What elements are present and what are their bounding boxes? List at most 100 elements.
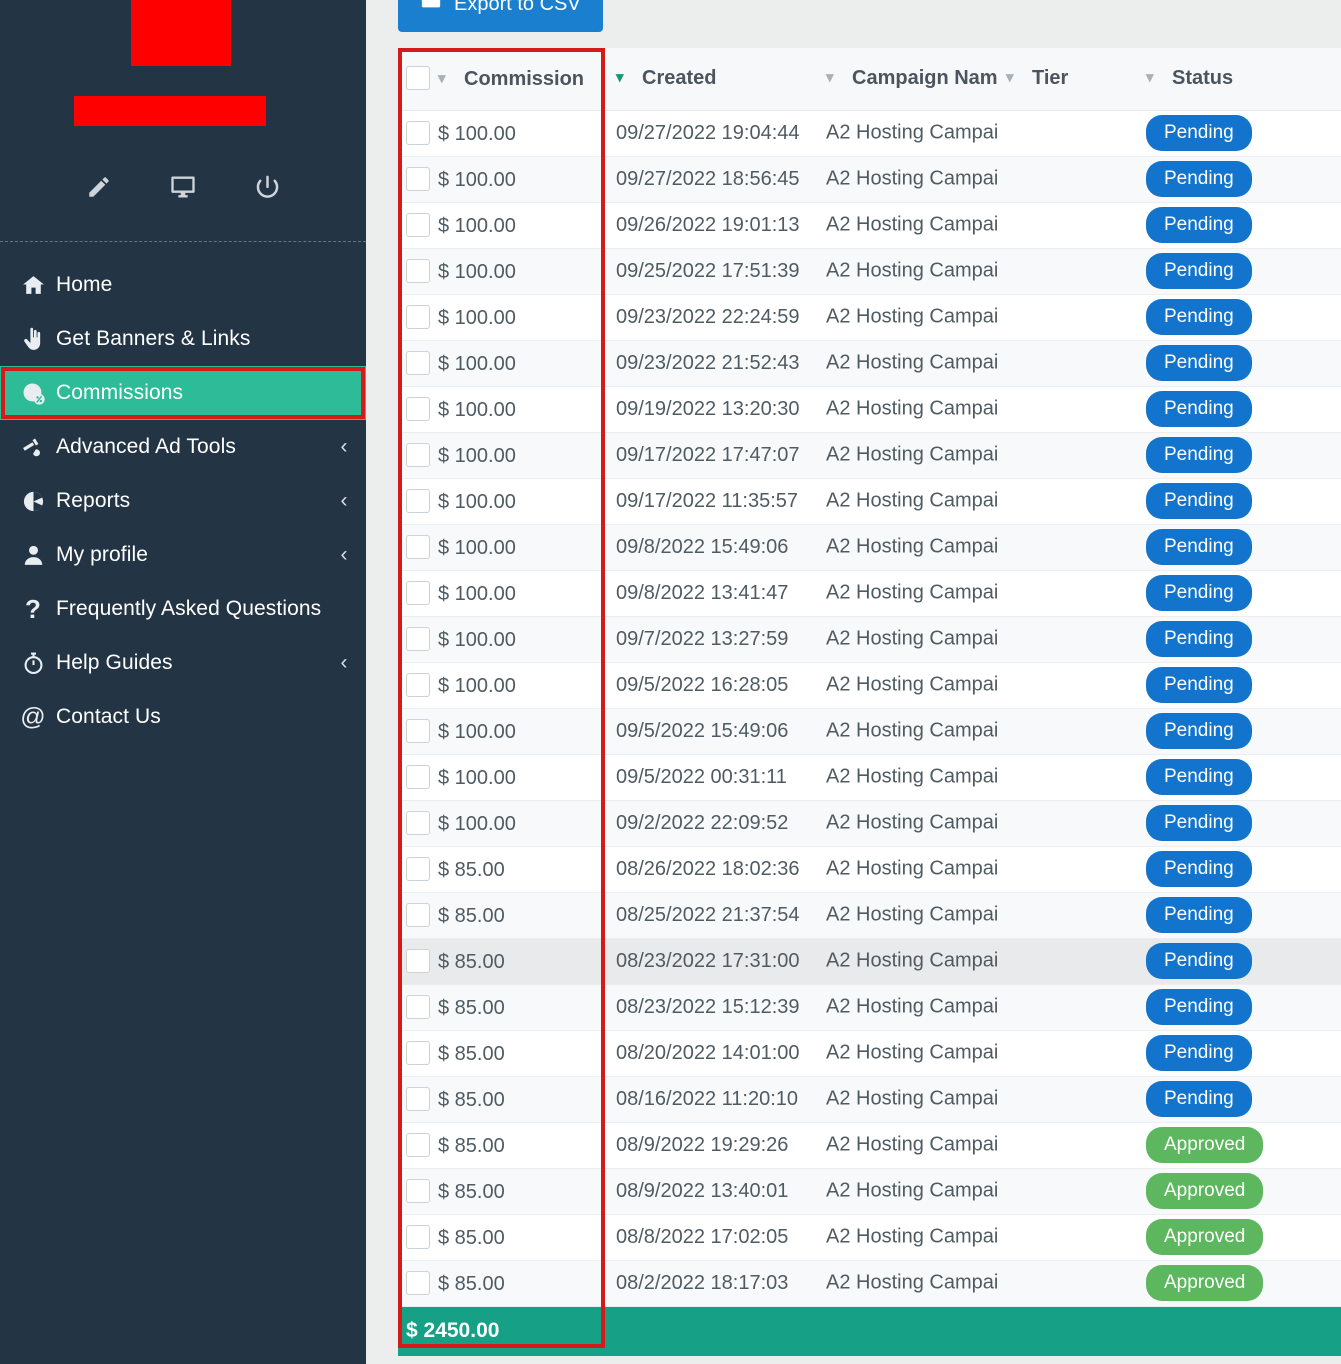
row-select-checkbox[interactable] (406, 351, 430, 375)
row-select-checkbox[interactable] (406, 719, 430, 743)
table-row[interactable]: $ 85.0008/2/2022 18:17:03A2 Hosting Camp… (398, 1260, 1341, 1306)
table-row[interactable]: $ 100.0009/5/2022 16:28:05A2 Hosting Cam… (398, 662, 1341, 708)
column-header-label: Campaign Name (852, 67, 998, 89)
status-badge: Pending (1146, 299, 1252, 335)
edit-profile-icon[interactable] (84, 172, 114, 202)
row-select-checkbox[interactable] (406, 1179, 430, 1203)
row-select-checkbox[interactable] (406, 949, 430, 973)
sort-chevron-down-icon[interactable]: ▾ (1006, 68, 1022, 86)
row-select-checkbox[interactable] (406, 765, 430, 789)
column-header-tier[interactable]: ▾Tier (998, 48, 1138, 110)
sort-chevron-down-icon[interactable]: ▾ (438, 69, 454, 87)
table-row[interactable]: $ 100.0009/25/2022 17:51:39A2 Hosting Ca… (398, 248, 1341, 294)
tier-cell (998, 708, 1138, 754)
status-badge: Pending (1146, 575, 1252, 611)
sort-chevron-down-icon[interactable]: ▾ (826, 68, 842, 86)
table-row[interactable]: $ 100.0009/7/2022 13:27:59A2 Hosting Cam… (398, 616, 1341, 662)
table-row[interactable]: $ 85.0008/16/2022 11:20:10A2 Hosting Cam… (398, 1076, 1341, 1122)
row-select-checkbox[interactable] (406, 259, 430, 283)
status-cell: Pending (1138, 570, 1341, 616)
sidebar-item-reports[interactable]: Reports‹ (0, 474, 366, 528)
row-select-checkbox[interactable] (406, 167, 430, 191)
sidebar-item-my-profile[interactable]: My profile‹ (0, 528, 366, 582)
status-badge: Approved (1146, 1127, 1263, 1163)
status-cell: Pending (1138, 340, 1341, 386)
row-select-checkbox[interactable] (406, 305, 430, 329)
table-row[interactable]: $ 85.0008/9/2022 19:29:26A2 Hosting Camp… (398, 1122, 1341, 1168)
campaign-name-cell: A2 Hosting Campaign 1 (818, 202, 998, 248)
row-select-checkbox[interactable] (406, 1271, 430, 1295)
row-select-checkbox[interactable] (406, 903, 430, 927)
row-select-checkbox[interactable] (406, 535, 430, 559)
status-cell: Pending (1138, 938, 1341, 984)
table-row[interactable]: $ 85.0008/26/2022 18:02:36A2 Hosting Cam… (398, 846, 1341, 892)
table-row[interactable]: $ 100.0009/8/2022 13:41:47A2 Hosting Cam… (398, 570, 1341, 616)
table-row[interactable]: $ 100.0009/17/2022 11:35:57A2 Hosting Ca… (398, 478, 1341, 524)
status-cell: Pending (1138, 248, 1341, 294)
row-select-checkbox[interactable] (406, 581, 430, 605)
status-badge: Pending (1146, 161, 1252, 197)
table-row[interactable]: $ 85.0008/9/2022 13:40:01A2 Hosting Camp… (398, 1168, 1341, 1214)
table-row[interactable]: $ 85.0008/25/2022 21:37:54A2 Hosting Cam… (398, 892, 1341, 938)
sidebar-item-frequently-asked-questions[interactable]: ?Frequently Asked Questions (0, 582, 366, 636)
export-to-csv-button[interactable]: Export to CSV (398, 0, 603, 32)
chevron-left-icon[interactable]: ‹ (322, 435, 366, 459)
row-select-checkbox[interactable] (406, 1225, 430, 1249)
created-cell: 08/23/2022 17:31:00 (608, 938, 818, 984)
table-row[interactable]: $ 100.0009/17/2022 17:47:07A2 Hosting Ca… (398, 432, 1341, 478)
table-row[interactable]: $ 100.0009/5/2022 00:31:11A2 Hosting Cam… (398, 754, 1341, 800)
row-select-checkbox[interactable] (406, 489, 430, 513)
select-all-checkbox[interactable] (406, 66, 430, 90)
row-select-checkbox[interactable] (406, 1041, 430, 1065)
row-select-checkbox[interactable] (406, 995, 430, 1019)
row-select-checkbox[interactable] (406, 397, 430, 421)
table-row[interactable]: $ 100.0009/27/2022 19:04:44A2 Hosting Ca… (398, 110, 1341, 156)
desktop-icon[interactable] (168, 172, 198, 202)
table-row[interactable]: $ 100.0009/23/2022 22:24:59A2 Hosting Ca… (398, 294, 1341, 340)
chevron-left-icon[interactable]: ‹ (322, 489, 366, 513)
created-cell: 09/25/2022 17:51:39 (608, 248, 818, 294)
column-header-campaign-name[interactable]: ▾ Campaign Name (818, 48, 998, 110)
column-header-commission[interactable]: ▾Commission (398, 48, 608, 110)
logout-icon[interactable] (252, 172, 282, 202)
sort-chevron-down-icon[interactable]: ▾ (616, 68, 632, 86)
table-row[interactable]: $ 85.0008/23/2022 15:12:39A2 Hosting Cam… (398, 984, 1341, 1030)
table-row[interactable]: $ 100.0009/5/2022 15:49:06A2 Hosting Cam… (398, 708, 1341, 754)
campaign-name-cell: A2 Hosting Campaign 1 (818, 846, 998, 892)
column-header-status[interactable]: ▾Status (1138, 48, 1341, 110)
campaign-name-label: A2 Hosting Campaign 1 (826, 582, 998, 605)
sidebar-item-home[interactable]: Home (0, 258, 366, 312)
sidebar-item-contact-us[interactable]: @Contact Us (0, 690, 366, 744)
row-select-checkbox[interactable] (406, 1087, 430, 1111)
table-row[interactable]: $ 100.0009/23/2022 21:52:43A2 Hosting Ca… (398, 340, 1341, 386)
table-row[interactable]: $ 100.0009/27/2022 18:56:45A2 Hosting Ca… (398, 156, 1341, 202)
sidebar-item-commissions[interactable]: Commissions (0, 366, 366, 420)
table-row[interactable]: $ 85.0008/23/2022 17:31:00A2 Hosting Cam… (398, 938, 1341, 984)
table-row[interactable]: $ 100.0009/19/2022 13:20:30A2 Hosting Ca… (398, 386, 1341, 432)
sort-chevron-down-icon[interactable]: ▾ (1146, 68, 1162, 86)
row-select-checkbox[interactable] (406, 1133, 430, 1157)
row-select-checkbox[interactable] (406, 121, 430, 145)
table-row[interactable]: $ 85.0008/8/2022 17:02:05A2 Hosting Camp… (398, 1214, 1341, 1260)
table-row[interactable]: $ 85.0008/20/2022 14:01:00A2 Hosting Cam… (398, 1030, 1341, 1076)
sidebar-item-help-guides[interactable]: Help Guides‹ (0, 636, 366, 690)
created-cell: 08/26/2022 18:02:36 (608, 846, 818, 892)
chevron-left-icon[interactable]: ‹ (322, 651, 366, 675)
campaign-name-label: A2 Hosting Campaign 1 (826, 1226, 998, 1249)
status-badge: Pending (1146, 759, 1252, 795)
table-row[interactable]: $ 100.0009/2/2022 22:09:52A2 Hosting Cam… (398, 800, 1341, 846)
table-row[interactable]: $ 100.0009/8/2022 15:49:06A2 Hosting Cam… (398, 524, 1341, 570)
row-select-checkbox[interactable] (406, 443, 430, 467)
status-cell: Pending (1138, 846, 1341, 892)
sidebar-item-advanced-ad-tools[interactable]: Advanced Ad Tools‹ (0, 420, 366, 474)
campaign-name-label: A2 Hosting Campaign 1 (826, 904, 998, 927)
row-select-checkbox[interactable] (406, 857, 430, 881)
row-select-checkbox[interactable] (406, 811, 430, 835)
row-select-checkbox[interactable] (406, 673, 430, 697)
table-row[interactable]: $ 100.0009/26/2022 19:01:13A2 Hosting Ca… (398, 202, 1341, 248)
row-select-checkbox[interactable] (406, 213, 430, 237)
column-header-created[interactable]: ▾Created (608, 48, 818, 110)
sidebar-item-get-banners-links[interactable]: Get Banners & Links (0, 312, 366, 366)
row-select-checkbox[interactable] (406, 627, 430, 651)
chevron-left-icon[interactable]: ‹ (322, 543, 366, 567)
